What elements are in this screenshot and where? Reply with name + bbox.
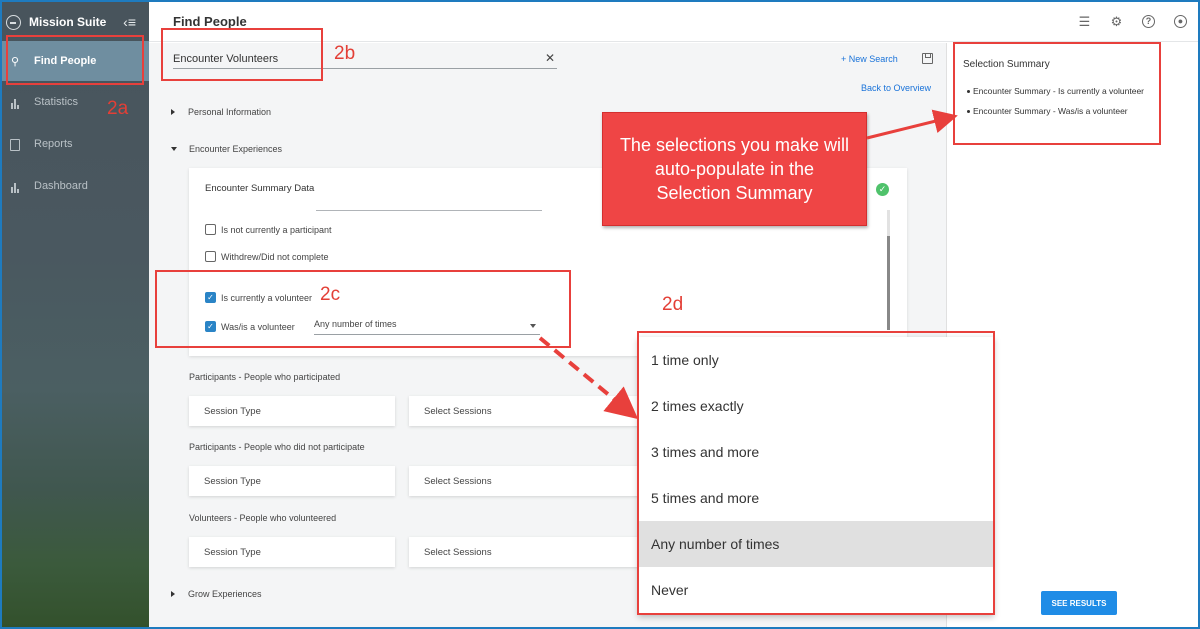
arrow-to-summary <box>866 109 958 140</box>
app-frame: Mission Suite ‹≡ ⚲ Find People Statistic… <box>2 2 1198 627</box>
arrow-to-dropdown <box>538 336 639 420</box>
annotation-arrows <box>538 109 958 420</box>
